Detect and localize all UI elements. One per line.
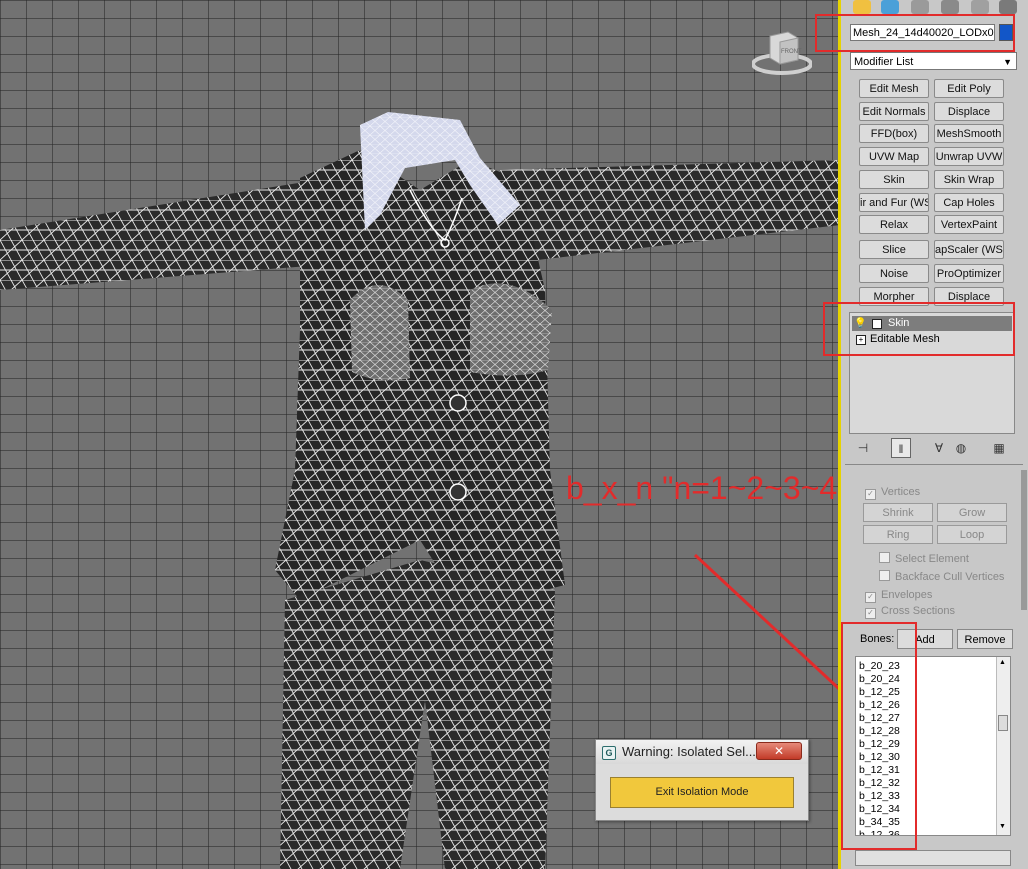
modifier-button[interactable]: MeshSmooth: [934, 124, 1004, 143]
close-button[interactable]: ✕: [756, 742, 802, 760]
display-tab-icon[interactable]: [971, 0, 989, 14]
modifier-button[interactable]: Slice: [859, 240, 929, 259]
modifier-button[interactable]: Displace: [934, 102, 1004, 121]
hierarchy-tab-icon[interactable]: [911, 0, 929, 14]
modifier-button[interactable]: FFD(box): [859, 124, 929, 143]
modifier-button[interactable]: VertexPaint: [934, 215, 1004, 234]
annotation-box-object-name: [815, 14, 1015, 52]
utilities-tab-icon[interactable]: [999, 0, 1017, 14]
modifier-button[interactable]: Edit Mesh: [859, 79, 929, 98]
annotation-text: b_x_n "n=1~2~3~4~...": [566, 470, 840, 506]
modifier-button[interactable]: Skin Wrap: [934, 170, 1004, 189]
modifier-button[interactable]: Edit Poly: [934, 79, 1004, 98]
annotation-box-stack: [823, 302, 1015, 356]
viewcube-label: FRONT: [781, 49, 802, 55]
configure-sets-icon[interactable]: ▦: [989, 438, 1009, 458]
scroll-thumb[interactable]: [998, 715, 1008, 731]
loop-button[interactable]: Loop: [937, 525, 1007, 544]
panel-scrollbar[interactable]: [1021, 470, 1027, 610]
exit-isolation-mode-button[interactable]: Exit Isolation Mode: [610, 777, 794, 808]
stack-toolbar: ⊣ ‖ ∀ ◍ ▦: [849, 438, 1017, 460]
create-tab-icon[interactable]: [853, 0, 871, 14]
remove-bone-button[interactable]: Remove: [957, 629, 1013, 649]
grow-button[interactable]: Grow: [937, 503, 1007, 522]
modifier-button[interactable]: ProOptimizer: [934, 264, 1004, 283]
modifier-button[interactable]: Unwrap UVW: [934, 147, 1004, 166]
modifier-list-label: Modifier List: [854, 56, 914, 68]
shrink-button[interactable]: Shrink: [863, 503, 933, 522]
checkbox-label: Select Element: [895, 553, 969, 565]
modifier-button[interactable]: ir and Fur (WS: [859, 193, 929, 212]
ring-button[interactable]: Ring: [863, 525, 933, 544]
checkbox-label: Envelopes: [881, 589, 933, 601]
checkbox-label: Backface Cull Vertices: [895, 571, 1005, 583]
vertices-checkbox[interactable]: ✓ Vertices: [865, 485, 921, 500]
modifier-button[interactable]: Noise: [859, 264, 929, 283]
annotation-box-bones: [841, 622, 917, 850]
divider: [845, 464, 1023, 465]
isolation-warning-dialog: G Warning: Isolated Sel... ✕ Exit Isolat…: [595, 739, 809, 821]
modifier-button[interactable]: Relax: [859, 215, 929, 234]
scroll-down-icon[interactable]: ▼: [999, 823, 1006, 830]
viewcube-icon[interactable]: FRONT: [752, 28, 812, 76]
modifier-button[interactable]: Cap Holes: [934, 193, 1004, 212]
scroll-up-icon[interactable]: ▲: [999, 659, 1006, 666]
backface-cull-checkbox[interactable]: Backface Cull Vertices: [879, 570, 1004, 584]
modifier-button[interactable]: UVW Map: [859, 147, 929, 166]
viewport-perspective[interactable]: FRONT b_x_n "n=1~2~3~4~..." G Warning: I…: [0, 0, 840, 869]
envelopes-checkbox[interactable]: ✓ Envelopes: [865, 588, 933, 603]
modifier-button[interactable]: Skin: [859, 170, 929, 189]
select-element-checkbox[interactable]: Select Element: [879, 552, 969, 566]
dialog-title: Warning: Isolated Sel...: [622, 744, 756, 759]
bottom-field: [855, 850, 1011, 866]
dialog-titlebar[interactable]: G Warning: Isolated Sel... ✕: [596, 740, 808, 764]
modifier-button[interactable]: Edit Normals: [859, 102, 929, 121]
checkbox-label: Vertices: [881, 486, 921, 498]
motion-tab-icon[interactable]: [941, 0, 959, 14]
remove-modifier-icon[interactable]: ◍: [951, 438, 971, 458]
modifier-list-dropdown[interactable]: Modifier List ▼: [850, 52, 1017, 70]
checkbox-label: Cross Sections: [881, 605, 955, 617]
modifier-button[interactable]: apScaler (WSM: [934, 240, 1004, 259]
chevron-down-icon: ▼: [1003, 57, 1012, 67]
show-end-result-icon[interactable]: ‖: [891, 438, 911, 458]
make-unique-icon[interactable]: ∀: [929, 438, 949, 458]
app-logo-icon: G: [602, 746, 616, 760]
modify-tab-icon[interactable]: [881, 0, 899, 14]
pin-stack-icon[interactable]: ⊣: [853, 438, 873, 458]
cross-sections-checkbox[interactable]: ✓ Cross Sections: [865, 604, 955, 619]
bones-scrollbar[interactable]: ▲ ▼: [996, 657, 1010, 835]
